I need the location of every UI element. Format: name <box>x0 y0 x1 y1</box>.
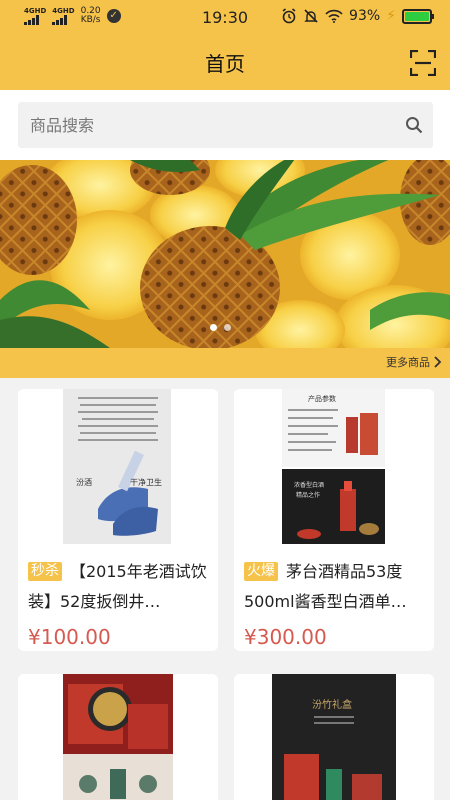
chevron-right-icon <box>434 356 442 368</box>
carousel-dot-1[interactable] <box>210 324 217 331</box>
search-section <box>0 90 450 160</box>
product-card[interactable]: 产品参数 浓香型白酒 精品之作 火爆 茅台酒精品53度500ml酱香型白酒单… ¥… <box>234 389 434 651</box>
carousel-dot-2[interactable] <box>224 324 231 331</box>
search-input[interactable] <box>18 102 388 148</box>
battery-percent: 93% <box>349 8 381 24</box>
product-card[interactable] <box>18 674 218 800</box>
product-description: 秒杀 【2015年老酒试饮装】52度扳倒井… <box>28 557 212 617</box>
status-bar: 4GHD 4GHD 0.20 KB/s ✓ 19:30 93% ⚡ <box>0 0 450 36</box>
pic-text-1: 汾竹礼盒 <box>312 698 352 711</box>
product-description: 火爆 茅台酒精品53度500ml酱香型白酒单… <box>244 557 428 617</box>
alarm-icon <box>282 8 296 24</box>
more-products-link[interactable]: 更多商品 <box>386 354 442 370</box>
banner-carousel[interactable] <box>0 160 450 348</box>
battery-icon <box>402 8 434 24</box>
product-image: 汾酒 干净卫生 <box>18 389 218 554</box>
page-title: 首页 <box>205 52 245 76</box>
mute-icon <box>304 9 318 23</box>
product-image: 汾竹礼盒 <box>234 674 434 800</box>
product-price: ¥100.00 <box>28 625 111 649</box>
more-products-label: 更多商品 <box>386 356 430 369</box>
pic-text-2: 浓香型白酒 <box>294 481 324 489</box>
product-card[interactable]: 汾酒 干净卫生 秒杀 【2015年老酒试饮装】52度扳倒井… ¥100.00 <box>18 389 218 651</box>
more-products-bar: 更多商品 <box>0 348 450 378</box>
search-icon[interactable] <box>405 116 423 134</box>
product-card[interactable]: 汾竹礼盒 <box>234 674 434 800</box>
wifi-icon <box>325 9 343 23</box>
top-bar: 4GHD 4GHD 0.20 KB/s ✓ 19:30 93% ⚡ 首页 <box>0 0 450 90</box>
scan-icon[interactable] <box>410 50 436 76</box>
carousel-indicators <box>210 324 231 331</box>
pic-text-3: 精品之作 <box>296 491 320 499</box>
product-tag: 秒杀 <box>28 562 62 581</box>
product-image: 产品参数 浓香型白酒 精品之作 <box>234 389 434 554</box>
pic-text-1: 汾酒 <box>76 477 92 487</box>
product-tag: 火爆 <box>244 562 278 581</box>
product-price: ¥300.00 <box>244 625 327 649</box>
pic-text-1: 产品参数 <box>308 394 336 403</box>
pic-text-2: 干净卫生 <box>130 477 162 487</box>
charging-icon: ⚡ <box>386 8 396 24</box>
search-box[interactable] <box>18 102 433 148</box>
product-image <box>18 674 218 800</box>
pineapple-banner-image <box>0 160 450 348</box>
